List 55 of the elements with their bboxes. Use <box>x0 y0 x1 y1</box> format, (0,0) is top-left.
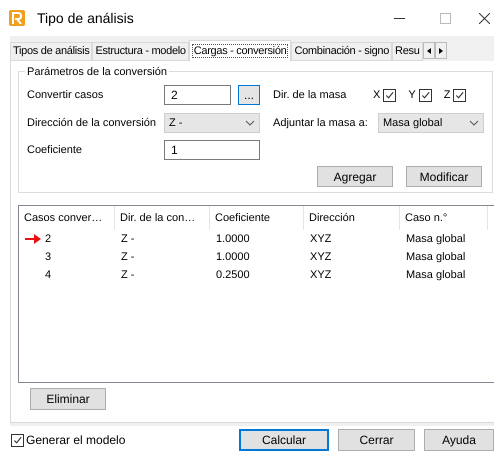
axis-label: Y <box>408 88 416 103</box>
tab[interactable]: Tipos de análisis <box>10 42 92 61</box>
table-cell-text: Masa global <box>406 268 466 283</box>
table-cell-text: XYZ <box>310 232 332 247</box>
dropdown[interactable]: Z - <box>164 113 260 133</box>
table-cell-text: 3 <box>45 250 52 265</box>
table-cell-text: 4 <box>45 268 52 283</box>
action-button[interactable]: Agregar <box>317 166 393 187</box>
caret-icon <box>245 120 255 126</box>
field-label: Convertir casos <box>27 88 104 103</box>
tab[interactable]: Resu <box>392 42 423 61</box>
caret-icon <box>469 120 479 126</box>
dropdown[interactable]: Masa global <box>378 113 484 133</box>
dialog-button[interactable]: Ayuda <box>424 429 494 451</box>
tab[interactable]: Estructura - modelo <box>92 42 189 61</box>
column-header[interactable]: Coeficiente <box>210 206 304 230</box>
checkbox[interactable] <box>383 88 396 102</box>
input-field[interactable]: 2 <box>164 85 231 105</box>
browse-button[interactable]: ... <box>238 85 260 105</box>
field-label: Adjuntar la masa a: <box>273 116 369 131</box>
table-cell-text: 1.0000 <box>216 250 250 265</box>
checkbox-label: Generar el modelo <box>26 432 126 449</box>
scroll-left-icon[interactable] <box>422 42 435 59</box>
table-cell-text: XYZ <box>310 250 332 265</box>
table-cell-text: XYZ <box>310 268 332 283</box>
table-cell-text: 1.0000 <box>216 232 250 247</box>
table-cell-text: Z - <box>121 232 134 247</box>
table-cell-text: Masa global <box>406 232 466 247</box>
field-label: Dirección de la conversión <box>27 116 158 131</box>
tab[interactable]: Cargas - conversión <box>188 40 292 62</box>
dialog-button[interactable]: Cerrar <box>338 429 415 451</box>
checkbox[interactable] <box>453 88 466 102</box>
window-title: Tipo de análisis <box>37 8 134 28</box>
delete-button[interactable]: Eliminar <box>30 388 106 410</box>
table-cell-text: Z - <box>121 250 134 265</box>
field-label: Coeficiente <box>27 142 84 158</box>
table-cell-text: 2 <box>45 232 52 247</box>
field-label: Dir. de la masa <box>273 88 348 103</box>
scroll-right-icon[interactable] <box>434 42 447 59</box>
dialog-button[interactable]: Calcular <box>239 429 329 451</box>
column-header[interactable]: Casos conver… <box>19 206 115 230</box>
table-cell-text: Masa global <box>406 250 466 265</box>
axis-label: X <box>373 88 380 103</box>
tab[interactable]: Combinación - signo <box>291 42 392 61</box>
input-field[interactable]: 1 <box>164 140 260 160</box>
table-cell-text: Z - <box>121 268 134 283</box>
app-logo-icon <box>9 10 25 26</box>
column-header[interactable]: Dirección <box>304 206 400 230</box>
action-button[interactable]: Modificar <box>406 166 482 187</box>
axis-label: Z <box>444 88 450 103</box>
checkbox[interactable] <box>418 88 432 102</box>
column-header[interactable]: Dir. de la con… <box>115 206 210 230</box>
table-cell-text: 0.2500 <box>216 268 250 283</box>
column-header[interactable]: Caso n.° <box>400 206 488 230</box>
checkbox[interactable] <box>11 434 24 446</box>
